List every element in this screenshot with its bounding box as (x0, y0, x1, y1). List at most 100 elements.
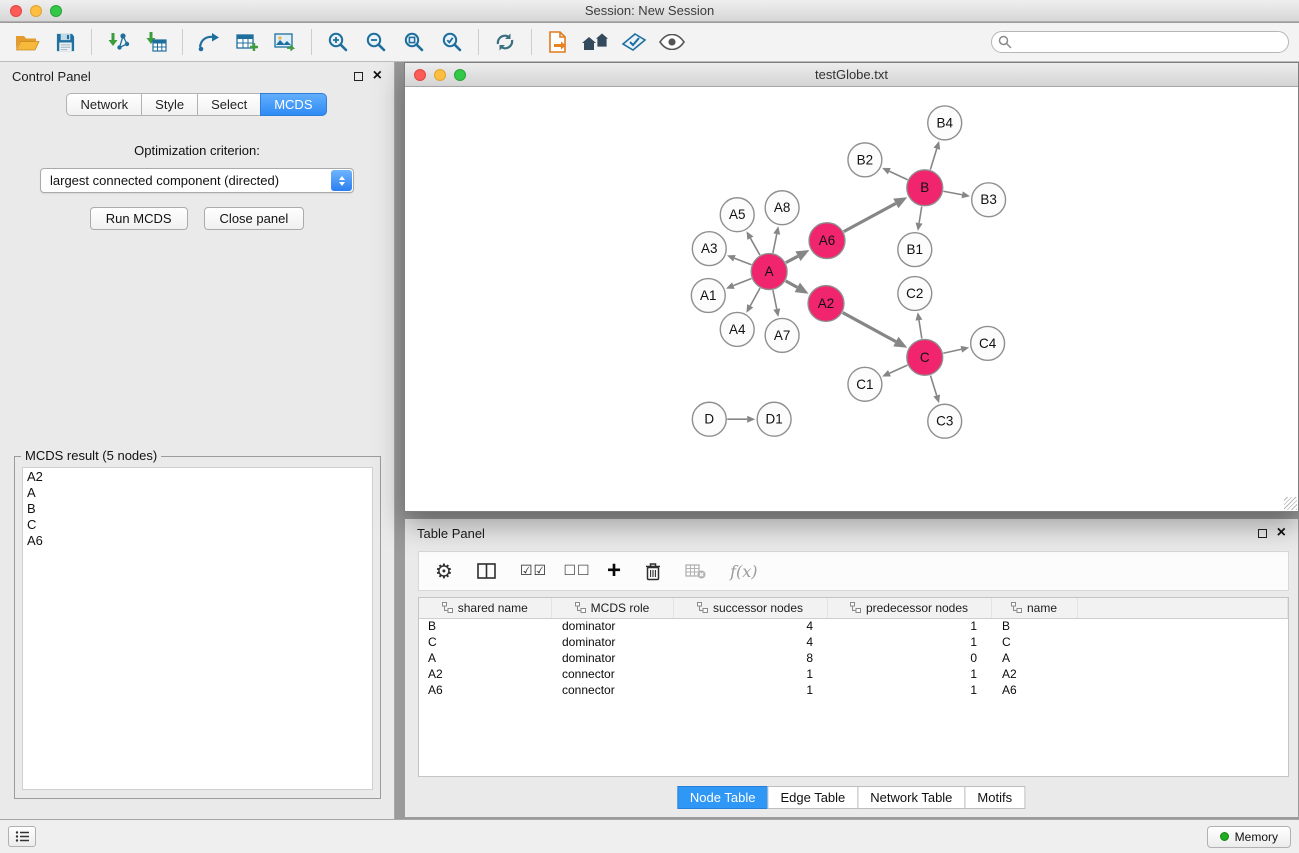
graph-edge-B-B2[interactable] (889, 171, 907, 180)
mcds-result-item[interactable]: A (27, 485, 368, 501)
tab-mcds[interactable]: MCDS (260, 93, 326, 116)
zoom-in-button[interactable] (319, 26, 357, 58)
tab-motifs[interactable]: Motifs (964, 786, 1025, 809)
graph-edge-A-A4[interactable] (750, 288, 760, 306)
graph-edge-A-A5[interactable] (750, 238, 759, 255)
column-header-predecessor-nodes[interactable]: predecessor nodes (827, 598, 991, 618)
graph-node-C4[interactable]: C4 (971, 326, 1005, 360)
export-image-button[interactable] (266, 26, 304, 58)
import-network-button[interactable] (99, 26, 137, 58)
graph-edge-A-A3[interactable] (734, 258, 751, 265)
run-mcds-button[interactable]: Run MCDS (90, 207, 188, 230)
zoom-selected-button[interactable] (433, 26, 471, 58)
close-panel-icon[interactable]: × (373, 68, 382, 84)
graph-node-A6[interactable]: A6 (809, 223, 845, 259)
graph-edge-A-A8[interactable] (773, 234, 777, 253)
tab-edge-table[interactable]: Edge Table (767, 786, 858, 809)
graph-node-C[interactable]: C (907, 339, 943, 375)
tab-network[interactable]: Network (66, 93, 142, 116)
graph-node-D[interactable]: D (692, 402, 726, 436)
graph-edge-A-A2[interactable] (786, 281, 798, 288)
graph-node-B3[interactable]: B3 (972, 183, 1006, 217)
delete-column-trash-icon[interactable] (645, 562, 661, 581)
graph-edge-C-C1[interactable] (889, 365, 907, 373)
graph-node-A8[interactable]: A8 (765, 191, 799, 225)
tab-select[interactable]: Select (197, 93, 261, 116)
apply-style-button[interactable] (615, 26, 653, 58)
task-history-button[interactable] (8, 826, 36, 847)
resize-grip[interactable] (1284, 497, 1297, 510)
network-overview-button[interactable] (577, 26, 615, 58)
table-row[interactable]: A2connector11A2 (419, 666, 1288, 682)
clone-network-button[interactable] (190, 26, 228, 58)
column-header-shared-name[interactable]: shared name (419, 598, 551, 618)
table-settings-gear-icon[interactable]: ⚙ (435, 559, 453, 583)
close-panel-button[interactable]: Close panel (204, 207, 305, 230)
graph-node-A[interactable]: A (751, 254, 787, 290)
graph-node-B1[interactable]: B1 (898, 233, 932, 267)
graph-edge-A-A1[interactable] (733, 279, 751, 286)
memory-button[interactable]: Memory (1207, 826, 1291, 848)
graph-edge-B-B3[interactable] (943, 191, 962, 195)
graph-node-B2[interactable]: B2 (848, 143, 882, 177)
mcds-result-list[interactable]: A2ABCA6 (22, 467, 373, 790)
search-input[interactable] (991, 31, 1289, 53)
mcds-result-item[interactable]: C (27, 517, 368, 533)
float-panel-icon[interactable] (1258, 529, 1267, 538)
table-row[interactable]: Adominator80A (419, 650, 1288, 666)
tab-node-table[interactable]: Node Table (677, 786, 769, 809)
graph-edge-A-A7[interactable] (773, 290, 777, 309)
zoom-window-button[interactable] (50, 5, 62, 17)
mcds-result-item[interactable]: B (27, 501, 368, 517)
graph-edge-C-C4[interactable] (943, 349, 961, 353)
column-header-successor-nodes[interactable]: successor nodes (673, 598, 827, 618)
graph-node-A5[interactable]: A5 (720, 198, 754, 232)
network-canvas[interactable]: B4B2BB3A5A8A6A3B1AC2A1A2A4A7C4CC1DD1C3 (405, 88, 1298, 511)
column-header-MCDS-role[interactable]: MCDS role (551, 598, 673, 618)
minimize-window-button[interactable] (434, 69, 446, 81)
graph-edge-A-A6[interactable] (786, 256, 798, 262)
float-panel-icon[interactable] (354, 72, 363, 81)
graph-edge-A6-B[interactable] (844, 203, 896, 231)
network-window-titlebar[interactable]: testGlobe.txt (405, 63, 1298, 87)
graph-node-B4[interactable]: B4 (928, 106, 962, 140)
optimization-select[interactable]: largest connected component (directed) (40, 168, 354, 193)
column-header-name[interactable]: name (991, 598, 1077, 618)
graph-node-A1[interactable]: A1 (691, 279, 725, 313)
zoom-window-button[interactable] (454, 69, 466, 81)
graph-node-C1[interactable]: C1 (848, 367, 882, 401)
unselect-all-columns-icon[interactable]: ☐☐ (571, 565, 583, 577)
close-window-button[interactable] (10, 5, 22, 17)
graph-node-A7[interactable]: A7 (765, 318, 799, 352)
graph-edge-B-B4[interactable] (930, 149, 936, 170)
import-table-button[interactable] (137, 26, 175, 58)
export-document-button[interactable] (539, 26, 577, 58)
close-panel-icon[interactable]: × (1277, 525, 1286, 541)
toggle-visibility-button[interactable] (653, 26, 691, 58)
new-table-button[interactable] (228, 26, 266, 58)
graph-edge-B-B1[interactable] (919, 206, 922, 223)
zoom-fit-button[interactable] (395, 26, 433, 58)
open-session-button[interactable] (8, 26, 46, 58)
select-all-columns-icon[interactable]: ☑☑ (520, 563, 547, 579)
tab-network-table[interactable]: Network Table (857, 786, 965, 809)
refresh-view-button[interactable] (486, 26, 524, 58)
graph-edge-C-C2[interactable] (919, 320, 922, 339)
close-window-button[interactable] (414, 69, 426, 81)
graph-node-C2[interactable]: C2 (898, 277, 932, 311)
zoom-out-button[interactable] (357, 26, 395, 58)
node-table[interactable]: shared nameMCDS rolesuccessor nodesprede… (418, 597, 1289, 777)
tab-style[interactable]: Style (141, 93, 198, 116)
graph-node-D1[interactable]: D1 (757, 402, 791, 436)
show-columns-icon[interactable] (477, 563, 496, 579)
graph-edge-A2-C[interactable] (843, 313, 896, 342)
graph-edge-C-C3[interactable] (930, 375, 936, 395)
add-column-icon[interactable]: + (607, 559, 621, 583)
graph-node-C3[interactable]: C3 (928, 404, 962, 438)
mcds-result-item[interactable]: A2 (27, 469, 368, 485)
save-session-button[interactable] (46, 26, 84, 58)
table-row[interactable]: A6connector11A6 (419, 682, 1288, 698)
table-row[interactable]: Cdominator41C (419, 634, 1288, 650)
graph-node-B[interactable]: B (907, 170, 943, 206)
graph-node-A3[interactable]: A3 (692, 232, 726, 266)
